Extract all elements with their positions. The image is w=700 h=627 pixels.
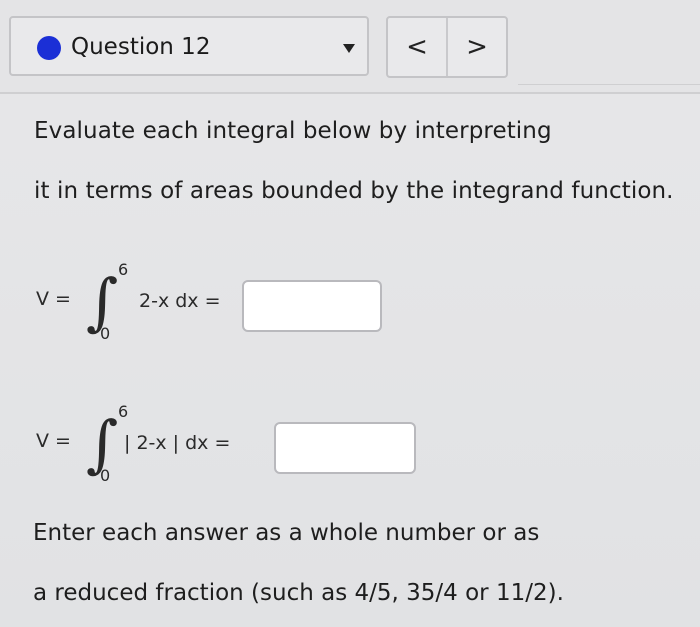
lower-limit: 0 [100,466,111,485]
previous-question-button[interactable]: < [388,18,446,76]
answer-input-1[interactable] [242,280,382,332]
next-question-button[interactable]: > [446,18,506,76]
header-divider [518,84,700,85]
integral-equation-2: V = ∫ 6 0 | 2-x | dx = [36,400,676,490]
integral-equation-1: V = ∫ 6 0 2-x dx = [36,258,676,348]
equation-lhs: V = [36,288,71,310]
answer-input-2[interactable] [274,422,416,474]
equation-lhs: V = [36,430,71,452]
caret-down-icon [343,44,355,53]
chevron-right-icon: > [466,32,488,62]
question-header: Question 12 < > [0,0,700,94]
upper-limit: 6 [118,402,129,421]
prompt-line-1: Evaluate each integral below by interpre… [34,118,552,144]
question-label: Question 12 [71,34,211,60]
question-selector-dropdown[interactable]: Question 12 [9,16,369,76]
question-page: Question 12 < > Evaluate each integral b… [0,0,700,627]
chevron-left-icon: < [406,32,428,62]
question-nav-group: < > [386,16,508,78]
integrand: 2-x dx = [139,290,221,312]
integrand: | 2-x | dx = [124,432,231,454]
upper-limit: 6 [118,260,129,279]
prompt-line-2: it in terms of areas bounded by the inte… [34,178,674,204]
question-status-dot-icon [37,36,61,60]
instructions-line-1: Enter each answer as a whole number or a… [33,520,540,546]
instructions-line-2: a reduced fraction (such as 4/5, 35/4 or… [33,580,564,606]
lower-limit: 0 [100,324,111,343]
